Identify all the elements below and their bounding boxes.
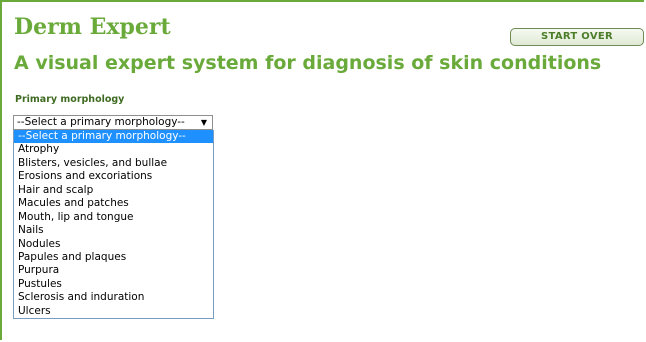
dropdown-option[interactable]: Atrophy (14, 143, 213, 156)
select-current-value: --Select a primary morphology-- (17, 116, 185, 128)
dropdown-option[interactable]: Mouth, lip and tongue (14, 211, 213, 224)
dropdown-option[interactable]: Purpura (14, 264, 213, 277)
dropdown-option[interactable]: Erosions and excoriations (14, 170, 213, 183)
dropdown-option[interactable]: Nodules (14, 238, 213, 251)
dropdown-option[interactable]: Pustules (14, 278, 213, 291)
dropdown-option[interactable]: Ulcers (14, 305, 213, 318)
dropdown-option[interactable]: Nails (14, 224, 213, 237)
app-title: Derm Expert (14, 14, 171, 40)
primary-morphology-select[interactable]: --Select a primary morphology-- ▼ (13, 115, 213, 130)
dropdown-option[interactable]: Papules and plaques (14, 251, 213, 264)
dropdown-option[interactable]: Macules and patches (14, 197, 213, 210)
morphology-dropdown-list: --Select a primary morphology-- Atrophy Bl… (13, 130, 214, 320)
dropdown-option[interactable]: Hair and scalp (14, 184, 213, 197)
dropdown-option[interactable]: Sclerosis and induration (14, 291, 213, 304)
chevron-down-icon: ▼ (200, 118, 207, 127)
dropdown-option[interactable]: Blisters, vesicles, and bullae (14, 157, 213, 170)
start-over-button[interactable]: START OVER (510, 28, 644, 46)
dropdown-option[interactable]: --Select a primary morphology-- (14, 130, 213, 144)
primary-morphology-label: Primary morphology (15, 94, 125, 105)
page-subtitle: A visual expert system for diagnosis of … (14, 52, 602, 74)
page-frame: Derm Expert START OVER A visual expert s… (0, 0, 644, 340)
